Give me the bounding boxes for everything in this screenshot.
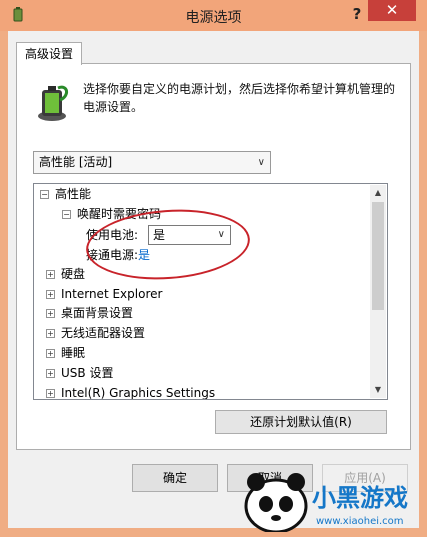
scrollbar-thumb[interactable] — [372, 202, 384, 310]
scroll-up-arrow-icon[interactable]: ▲ — [370, 185, 386, 201]
tree-item[interactable]: + 硬盘 — [46, 265, 85, 283]
chevron-down-icon: ∨ — [257, 157, 265, 168]
tab-advanced-settings[interactable]: 高级设置 — [16, 42, 82, 65]
close-button[interactable]: ✕ — [368, 0, 416, 21]
tree-item[interactable]: + 睡眠 — [46, 344, 85, 362]
expand-icon[interactable]: + — [46, 309, 55, 318]
battery-icon — [38, 85, 68, 121]
plan-select-value: 高性能 [活动] — [39, 155, 113, 169]
help-button[interactable]: ? — [345, 3, 369, 25]
tree-item[interactable]: + USB 设置 — [46, 364, 113, 382]
plan-select[interactable]: 高性能 [活动] ∨ — [33, 151, 271, 174]
restore-defaults-button[interactable]: 还原计划默认值(R) — [215, 410, 387, 434]
watermark-url: www.xiaohei.com — [316, 516, 404, 527]
tree-item[interactable]: + 无线适配器设置 — [46, 324, 145, 342]
expand-icon[interactable]: + — [46, 349, 55, 358]
tree-item[interactable]: + Intel(R) Graphics Settings — [46, 384, 215, 399]
tree-item[interactable]: + 桌面背景设置 — [46, 304, 133, 322]
scroll-down-arrow-icon[interactable]: ▼ — [370, 382, 386, 398]
expand-icon[interactable]: + — [46, 290, 55, 299]
expand-icon[interactable]: + — [46, 270, 55, 279]
tree-scrollbar[interactable]: ▲ ▼ — [370, 185, 386, 398]
collapse-icon[interactable]: − — [40, 190, 49, 199]
watermark-brand: 小黑游戏 — [312, 484, 408, 512]
tree-item[interactable]: + Internet Explorer — [46, 285, 162, 303]
description-text: 选择你要自定义的电源计划，然后选择你希望计算机管理的电源设置。 — [83, 82, 396, 114]
ok-button[interactable]: 确定 — [132, 464, 218, 492]
expand-icon[interactable]: + — [46, 369, 55, 378]
collapse-icon[interactable]: − — [62, 210, 71, 219]
title-bar: 电源选项 ? ✕ — [0, 0, 427, 31]
expand-icon[interactable]: + — [46, 389, 55, 398]
tree-item-high-performance[interactable]: − 高性能 — [40, 185, 91, 203]
expand-icon[interactable]: + — [46, 329, 55, 338]
